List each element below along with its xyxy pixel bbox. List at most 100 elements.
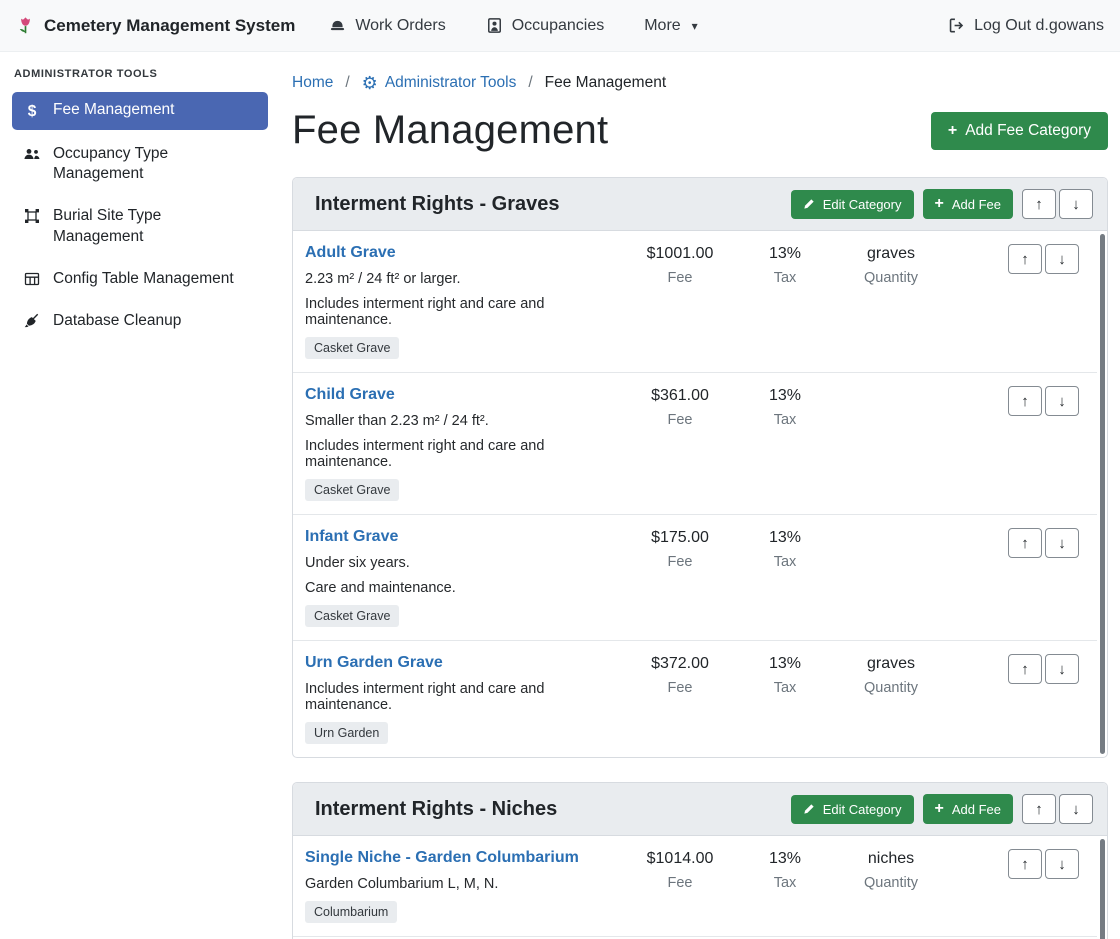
logout-link[interactable]: Log Out d.gowans — [948, 17, 1104, 35]
fee-tax-value: 13% — [735, 529, 835, 547]
fee-row: Infant Grave Under six years.Care and ma… — [293, 515, 1097, 641]
fee-amount-label: Fee — [625, 554, 735, 570]
admin-sidebar: ADMINISTRATOR TOOLS $ Fee Management Occ… — [0, 52, 280, 939]
move-fee-down-button[interactable]: ↓ — [1045, 386, 1079, 416]
tulip-logo-icon — [16, 16, 35, 35]
nav-work-orders-label: Work Orders — [355, 17, 445, 35]
plus-icon: + — [935, 196, 944, 212]
sidebar-item-database-cleanup[interactable]: Database Cleanup — [12, 303, 268, 339]
app-brand[interactable]: Cemetery Management System — [16, 16, 295, 36]
logout-icon — [948, 17, 965, 34]
fee-amount-value: $175.00 — [625, 529, 735, 547]
nav-more-label: More — [644, 17, 680, 35]
fee-name-link[interactable]: Infant Grave — [305, 528, 398, 546]
fee-amount-column: $175.00 Fee — [625, 528, 735, 570]
fee-tax-label: Tax — [735, 875, 835, 891]
add-fee-button[interactable]: + Add Fee — [923, 794, 1014, 824]
move-fee-up-button[interactable]: ↑ — [1008, 528, 1042, 558]
add-fee-category-button[interactable]: + Add Fee Category — [931, 112, 1108, 150]
move-category-up-button[interactable]: ↑ — [1022, 794, 1056, 824]
nav-more[interactable]: More ▾ — [644, 17, 697, 35]
top-navbar: Cemetery Management System Work Orders O… — [0, 0, 1120, 52]
arrow-down-icon: ↓ — [1058, 251, 1066, 268]
fee-amount-label: Fee — [625, 875, 735, 891]
move-fee-down-button[interactable]: ↓ — [1045, 244, 1079, 274]
breadcrumb-home[interactable]: Home — [292, 74, 333, 92]
move-fee-up-button[interactable]: ↑ — [1008, 386, 1042, 416]
fee-tax-label: Tax — [735, 554, 835, 570]
sidebar-item-fee-management[interactable]: $ Fee Management — [12, 92, 268, 130]
add-fee-button[interactable]: + Add Fee — [923, 189, 1014, 219]
hard-hat-icon — [329, 17, 346, 34]
nav-work-orders[interactable]: Work Orders — [329, 17, 445, 35]
fee-quantity-column: graves Quantity — [835, 244, 947, 286]
move-fee-up-button[interactable]: ↑ — [1008, 244, 1042, 274]
fee-quantity-label: Quantity — [835, 875, 947, 891]
edit-category-label: Edit Category — [823, 802, 902, 817]
card-scrollbar[interactable] — [1100, 839, 1105, 939]
add-fee-label: Add Fee — [952, 802, 1001, 817]
move-category-down-button[interactable]: ↓ — [1059, 189, 1093, 219]
add-fee-label: Add Fee — [952, 197, 1001, 212]
app-title: Cemetery Management System — [44, 16, 295, 36]
chevron-down-icon: ▾ — [692, 19, 698, 33]
fee-name-link[interactable]: Single Niche - Garden Columbarium — [305, 849, 579, 867]
sidebar-item-label: Fee Management — [53, 100, 175, 120]
move-category-down-button[interactable]: ↓ — [1059, 794, 1093, 824]
breadcrumb-separator: / — [345, 74, 349, 92]
fee-amount-label: Fee — [625, 680, 735, 696]
move-fee-up-button[interactable]: ↑ — [1008, 654, 1042, 684]
fee-amount-label: Fee — [625, 270, 735, 286]
fee-name-link[interactable]: Urn Garden Grave — [305, 654, 443, 672]
dollar-icon: $ — [22, 102, 42, 122]
category-body: Adult Grave 2.23 m² / 24 ft² or larger.I… — [293, 231, 1107, 757]
edit-category-label: Edit Category — [823, 197, 902, 212]
fee-tax-label: Tax — [735, 412, 835, 428]
fee-amount-column: $1001.00 Fee — [625, 244, 735, 286]
move-fee-down-button[interactable]: ↓ — [1045, 528, 1079, 558]
fee-type-badge: Columbarium — [305, 901, 397, 923]
fee-name-link[interactable]: Child Grave — [305, 386, 395, 404]
sidebar-item-occupancy-type-management[interactable]: Occupancy Type Management — [12, 136, 268, 192]
fee-row: Single Niche - Garden Columbarium Garden… — [293, 836, 1097, 937]
fee-quantity-value: niches — [835, 850, 947, 868]
fee-quantity-column: graves Quantity — [835, 654, 947, 696]
category-body: Single Niche - Garden Columbarium Garden… — [293, 836, 1107, 939]
categories: Interment Rights - Graves Edit Category … — [292, 177, 1108, 939]
fee-tax-column: 13% Tax — [735, 244, 835, 286]
move-category-up-button[interactable]: ↑ — [1022, 189, 1056, 219]
move-fee-up-button[interactable]: ↑ — [1008, 849, 1042, 879]
arrow-down-icon: ↓ — [1058, 393, 1066, 410]
sidebar-item-label: Burial Site Type Management — [53, 206, 247, 246]
sidebar-item-label: Config Table Management — [53, 269, 234, 289]
arrow-up-icon: ↑ — [1035, 196, 1043, 213]
fee-description: Smaller than 2.23 m² / 24 ft². — [305, 413, 625, 429]
arrow-down-icon: ↓ — [1058, 661, 1066, 678]
move-fee-down-button[interactable]: ↓ — [1045, 654, 1079, 684]
breadcrumb-current: Fee Management — [545, 74, 667, 92]
breadcrumb-admin-tools[interactable]: ⚙ Administrator Tools — [362, 74, 517, 92]
page-title: Fee Management — [292, 108, 608, 153]
fee-tax-value: 13% — [735, 850, 835, 868]
edit-category-button[interactable]: Edit Category — [791, 795, 914, 824]
move-fee-down-button[interactable]: ↓ — [1045, 849, 1079, 879]
category-header: Interment Rights - Graves Edit Category … — [293, 178, 1107, 231]
breadcrumb: Home / ⚙ Administrator Tools / Fee Manag… — [292, 74, 1108, 92]
sidebar-item-burial-site-type-management[interactable]: Burial Site Type Management — [12, 198, 268, 254]
edit-category-button[interactable]: Edit Category — [791, 190, 914, 219]
fee-quantity-value: graves — [835, 655, 947, 673]
arrow-down-icon: ↓ — [1072, 196, 1080, 213]
card-scrollbar[interactable] — [1100, 234, 1105, 754]
fee-description: Care and maintenance. — [305, 580, 625, 596]
fee-type-badge: Urn Garden — [305, 722, 388, 744]
nav-occupancies[interactable]: Occupancies — [486, 17, 605, 35]
add-fee-category-label: Add Fee Category — [965, 122, 1091, 140]
arrow-up-icon: ↑ — [1021, 535, 1029, 552]
fee-amount-column: $372.00 Fee — [625, 654, 735, 696]
sidebar-item-config-table-management[interactable]: Config Table Management — [12, 261, 268, 297]
fee-name-link[interactable]: Adult Grave — [305, 244, 396, 262]
broom-icon — [22, 313, 42, 329]
fee-category-card: Interment Rights - Niches Edit Category … — [292, 782, 1108, 939]
breadcrumb-separator: / — [528, 74, 532, 92]
category-title: Interment Rights - Graves — [315, 193, 560, 216]
